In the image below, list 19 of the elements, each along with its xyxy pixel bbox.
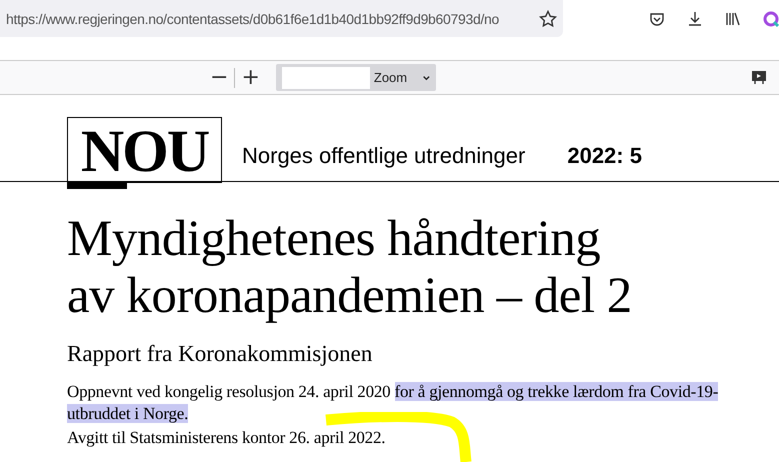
extension-icon[interactable] — [763, 10, 779, 26]
chevron-down-icon — [423, 74, 430, 82]
download-icon[interactable] — [687, 10, 703, 26]
zoom-select[interactable]: Zoom — [276, 64, 436, 91]
zoom-in-button[interactable]: + — [235, 66, 266, 88]
bookmark-star-icon[interactable] — [539, 10, 557, 28]
presentation-icon[interactable] — [751, 69, 767, 85]
document-title: av koronapandemien – del 2 — [67, 268, 632, 325]
zoom-input[interactable] — [282, 66, 370, 88]
zoom-out-button[interactable]: − — [204, 66, 234, 88]
pocket-icon[interactable] — [649, 10, 665, 26]
document-subtitle: Rapport fra Koronakommisjonen — [67, 341, 374, 367]
report-number: 2022: 5 — [567, 143, 642, 169]
document-title: Myndighetenes håndtering — [67, 211, 600, 268]
library-icon[interactable] — [725, 10, 741, 26]
body-paragraph: Avgitt til Statsministerens kontor 26. april 2022. — [67, 427, 386, 449]
nou-logo: NOU — [67, 117, 222, 183]
series-name: Norges offentlige utredninger — [242, 143, 526, 169]
body-paragraph: Oppnevnt ved kongelig resolusjon 24. april 2020 for å gjennomgå og trekke lærdom fra Covid-19-utbruddet i Norge. — [67, 381, 720, 425]
